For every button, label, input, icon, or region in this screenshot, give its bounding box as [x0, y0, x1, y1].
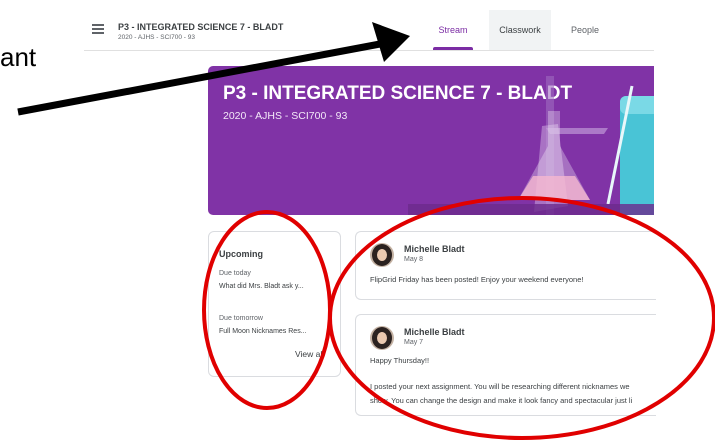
annotation-overlay [17, 22, 715, 440]
annotation-circle-upcoming [202, 210, 332, 410]
annotation-circle-stream [328, 196, 715, 440]
annotation-arrow [17, 40, 381, 116]
